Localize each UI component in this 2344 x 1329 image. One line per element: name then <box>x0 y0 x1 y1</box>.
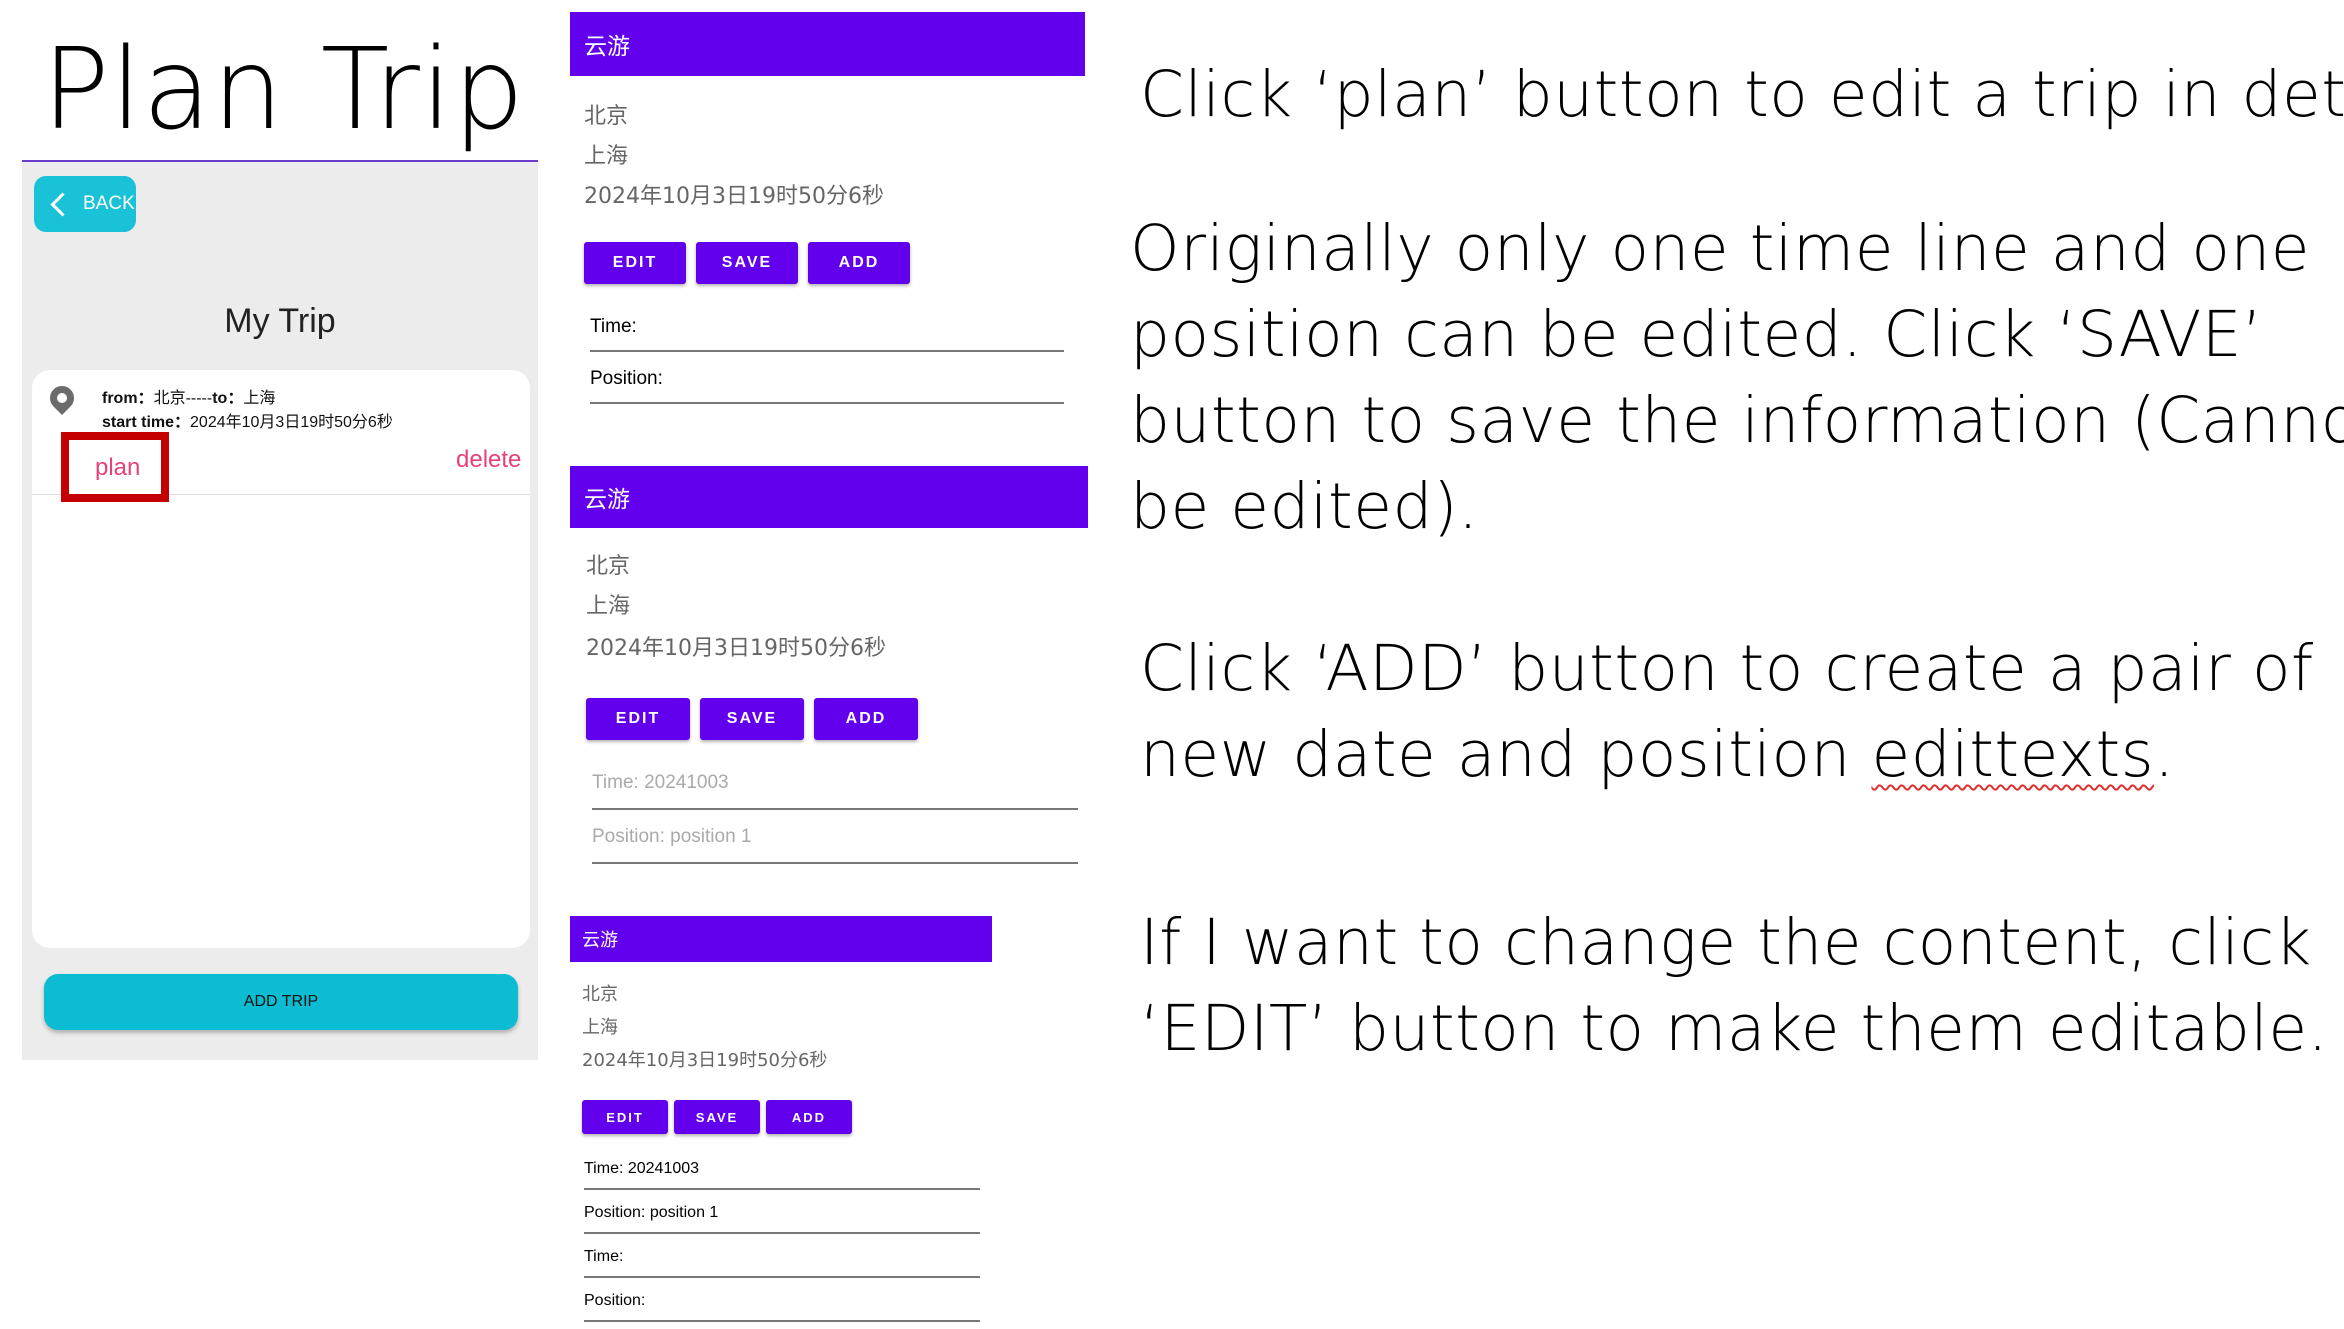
desc-add: Click ‘ADD’ button to create a pair of n… <box>1140 626 2314 798</box>
trip-detail-panel-1: 云游 北京 上海 2024年10月3日19时50分6秒 EDIT SAVE AD… <box>570 12 1085 432</box>
trip-card: from：北京-----to：上海 start time：2024年10月3日1… <box>32 370 530 948</box>
to-value: 上海 <box>243 390 276 407</box>
trip-route: from：北京-----to：上海 <box>102 384 275 408</box>
edit-button[interactable]: EDIT <box>584 242 686 284</box>
delete-button[interactable]: delete <box>456 446 521 474</box>
desc-edit: If I want to change the content, click ‘… <box>1140 900 2328 1072</box>
trip-from: 北京 <box>586 554 631 579</box>
to-label: to： <box>212 390 244 407</box>
desc-save-line: be edited). <box>1130 470 1479 543</box>
desc-edit-line: If I want to change the content, click <box>1140 906 2312 979</box>
trip-from: 北京 <box>582 984 618 1005</box>
time-field[interactable]: Time: <box>590 316 1064 352</box>
slide-title: Plan Trip <box>42 25 526 155</box>
desc-edit-line: ‘EDIT’ button to make them editable. <box>1140 992 2329 1065</box>
spellcheck-word: edittexts <box>1871 718 2155 791</box>
add-button[interactable]: ADD <box>808 242 910 284</box>
trip-start-time: 2024年10月3日19时50分6秒 <box>582 1050 828 1071</box>
trip-to: 上海 <box>586 594 631 619</box>
from-value: 北京----- <box>153 390 213 407</box>
desc-add-line: new date and position edittexts. <box>1140 712 2314 798</box>
my-trip-screen: BACK My Trip from：北京-----to：上海 start tim… <box>22 162 538 1060</box>
save-button[interactable]: SAVE <box>674 1100 760 1134</box>
edit-button[interactable]: EDIT <box>586 698 690 740</box>
trip-from: 北京 <box>584 104 629 129</box>
trip-start-time: 2024年10月3日19时50分6秒 <box>584 184 884 209</box>
trip-to: 上海 <box>584 144 629 169</box>
add-button[interactable]: ADD <box>766 1100 852 1134</box>
desc-plan: Click ‘plan’ button to edit a trip in de… <box>1140 52 2344 138</box>
desc-plan-line: Click ‘plan’ button to edit a trip in de… <box>1140 58 2344 131</box>
position-field[interactable]: Position: <box>590 368 1064 404</box>
trip-start-time: start time：2024年10月3日19时50分6秒 <box>102 408 393 432</box>
start-time-value: 2024年10月3日19时50分6秒 <box>190 414 393 431</box>
app-title-bar: 云游 <box>570 12 1085 76</box>
add-trip-button[interactable]: ADD TRIP <box>44 974 518 1030</box>
back-button[interactable]: BACK <box>34 176 136 232</box>
desc-save-line: button to save the information (Cannot <box>1130 384 2344 457</box>
from-label: from： <box>102 390 154 407</box>
desc-save-line: Originally only one time line and one <box>1130 212 2311 285</box>
save-button[interactable]: SAVE <box>700 698 804 740</box>
trip-detail-panel-3: 云游 北京 上海 2024年10月3日19时50分6秒 EDIT SAVE AD… <box>570 916 992 1326</box>
trip-detail-panel-2: 云游 北京 上海 2024年10月3日19时50分6秒 EDIT SAVE AD… <box>570 466 1088 866</box>
desc-add-line: Click ‘ADD’ button to create a pair of <box>1140 632 2314 705</box>
add-button[interactable]: ADD <box>814 698 918 740</box>
trip-to: 上海 <box>582 1017 618 1038</box>
edit-button[interactable]: EDIT <box>582 1100 668 1134</box>
time-field-new[interactable]: Time: <box>584 1248 980 1278</box>
app-title-bar: 云游 <box>570 466 1088 528</box>
start-time-label: start time： <box>102 414 191 431</box>
position-field-new[interactable]: Position: <box>584 1292 980 1322</box>
desc-add-text: . <box>2154 718 2175 791</box>
time-input[interactable]: Time: 20241003 <box>592 772 1078 810</box>
app-title-bar: 云游 <box>570 916 992 962</box>
position-input[interactable]: Position: position 1 <box>592 826 1078 864</box>
back-button-label: BACK <box>83 193 135 214</box>
save-button[interactable]: SAVE <box>696 242 798 284</box>
page-heading: My Trip <box>224 302 336 340</box>
location-pin-icon <box>45 381 79 415</box>
plan-highlight-box: plan <box>61 432 169 502</box>
desc-add-text: new date and position <box>1140 718 1872 791</box>
trip-start-time: 2024年10月3日19时50分6秒 <box>586 636 886 661</box>
time-field[interactable]: Time: 20241003 <box>584 1160 980 1190</box>
position-field[interactable]: Position: position 1 <box>584 1204 980 1234</box>
desc-save: Originally only one time line and one po… <box>1130 206 2344 550</box>
plan-button[interactable]: plan <box>95 454 140 482</box>
chevron-left-icon <box>50 191 75 217</box>
desc-save-line: position can be edited. Click ‘SAVE’ <box>1130 298 2263 371</box>
